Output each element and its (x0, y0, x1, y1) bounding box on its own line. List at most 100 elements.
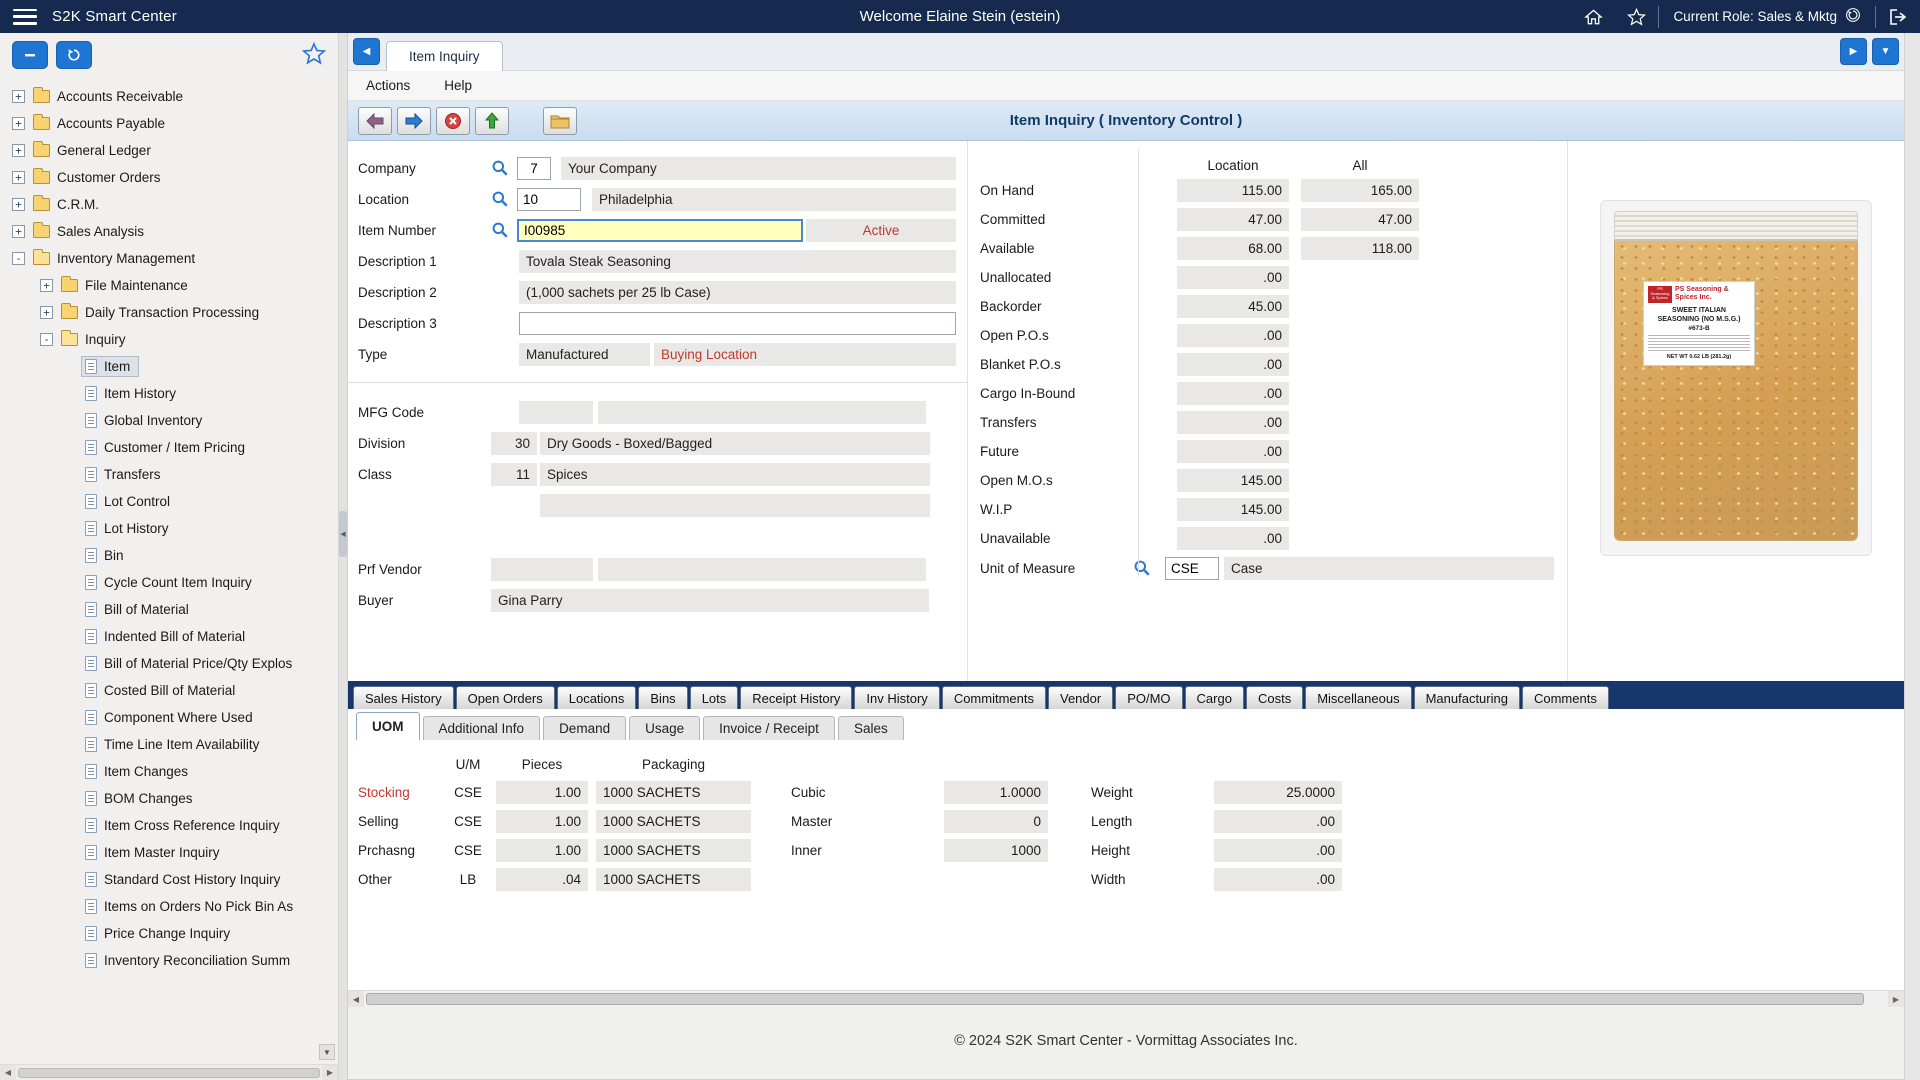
tree-item[interactable]: BOM Changes (0, 785, 338, 812)
location-search-icon[interactable] (491, 190, 509, 208)
tree-item[interactable]: Cycle Count Item Inquiry (0, 569, 338, 596)
tree-item[interactable]: Customer / Item Pricing (0, 434, 338, 461)
tree-item[interactable]: + C.R.M. (0, 191, 338, 218)
item-number-input[interactable] (517, 219, 803, 242)
tab-scroll-right-icon[interactable]: ▶ (1840, 38, 1867, 65)
scroll-left-icon[interactable]: ◀ (348, 991, 364, 1007)
sidebar-horizontal-scrollbar[interactable]: ◀ ▶ (0, 1064, 338, 1080)
tab-list-dropdown-icon[interactable]: ▼ (1872, 38, 1899, 65)
company-code-input[interactable] (517, 157, 551, 180)
tree-expander-icon[interactable] (64, 765, 77, 778)
sub-tab[interactable]: Usage (629, 716, 700, 740)
sub-tab[interactable]: Sales (838, 716, 904, 740)
main-horizontal-scrollbar[interactable]: ◀ ▶ (348, 990, 1904, 1007)
tree-item[interactable]: Global Inventory (0, 407, 338, 434)
uom-search-icon[interactable] (1133, 559, 1151, 577)
tree-expander-icon[interactable] (64, 549, 77, 562)
tab-item-inquiry[interactable]: Item Inquiry (386, 41, 503, 71)
detail-tab[interactable]: Inv History (854, 686, 939, 709)
tree-expander-icon[interactable]: + (12, 144, 25, 157)
tree-item[interactable]: Item Changes (0, 758, 338, 785)
tree-item[interactable]: Bin (0, 542, 338, 569)
tree-expander-icon[interactable] (64, 792, 77, 805)
tree-item[interactable]: - Inventory Management (0, 245, 338, 272)
tree-expander-icon[interactable] (64, 846, 77, 859)
tree-expander-icon[interactable]: - (12, 252, 25, 265)
sub-tab[interactable]: Invoice / Receipt (703, 716, 835, 740)
tree-item[interactable]: + Sales Analysis (0, 218, 338, 245)
scroll-right-icon[interactable]: ▶ (322, 1065, 338, 1080)
tree-expander-icon[interactable]: + (40, 306, 53, 319)
detail-tab[interactable]: Receipt History (740, 686, 852, 709)
current-role[interactable]: Current Role: Sales & Mktg (1659, 0, 1875, 33)
tree-expander-icon[interactable]: + (12, 198, 25, 211)
tree-item[interactable]: Transfers (0, 461, 338, 488)
scroll-left-icon[interactable]: ◀ (0, 1065, 16, 1080)
tree-expander-icon[interactable] (64, 387, 77, 400)
back-button[interactable] (358, 107, 392, 135)
tree-expander-icon[interactable] (64, 873, 77, 886)
tree-expander-icon[interactable] (64, 495, 77, 508)
tree-expander-icon[interactable]: - (40, 333, 53, 346)
location-code-input[interactable] (517, 188, 581, 211)
tree-item[interactable]: + File Maintenance (0, 272, 338, 299)
tree-expander-icon[interactable] (64, 819, 77, 832)
refresh-button[interactable] (56, 41, 92, 69)
browse-folder-button[interactable] (543, 107, 577, 135)
tree-expander-icon[interactable] (64, 954, 77, 967)
tree-item[interactable]: + Customer Orders (0, 164, 338, 191)
tree-expander-icon[interactable]: + (12, 225, 25, 238)
tree-expander-icon[interactable] (64, 414, 77, 427)
tree-expander-icon[interactable] (64, 738, 77, 751)
detail-tab[interactable]: Bins (638, 686, 687, 709)
detail-tab[interactable]: Comments (1522, 686, 1609, 709)
forward-button[interactable] (397, 107, 431, 135)
tree-scroll-down-icon[interactable]: ▼ (319, 1044, 335, 1060)
detail-tab[interactable]: Manufacturing (1414, 686, 1520, 709)
tree-item[interactable]: + Accounts Receivable (0, 83, 338, 110)
tree-expander-icon[interactable] (64, 657, 77, 670)
tree-item[interactable]: Inventory Reconciliation Summ (0, 947, 338, 974)
scroll-right-icon[interactable]: ▶ (1888, 991, 1904, 1007)
item-search-icon[interactable] (491, 221, 509, 239)
tree-item[interactable]: Costed Bill of Material (0, 677, 338, 704)
detail-tab[interactable]: Cargo (1185, 686, 1244, 709)
tree-item[interactable]: Items on Orders No Pick Bin As (0, 893, 338, 920)
tree-item[interactable]: Lot History (0, 515, 338, 542)
detail-tab[interactable]: Commitments (942, 686, 1046, 709)
tree-item[interactable]: - Inquiry (0, 326, 338, 353)
logout-icon[interactable] (1876, 0, 1920, 33)
tree-item[interactable]: Item (0, 353, 338, 380)
description3-input[interactable] (519, 312, 956, 335)
detail-tab[interactable]: Miscellaneous (1305, 686, 1411, 709)
tree-expander-icon[interactable]: + (12, 171, 25, 184)
tree-expander-icon[interactable]: + (40, 279, 53, 292)
favorite-star-icon[interactable] (1615, 0, 1658, 33)
tree-expander-icon[interactable] (64, 630, 77, 643)
submit-button[interactable] (475, 107, 509, 135)
tree-expander-icon[interactable]: + (12, 117, 25, 130)
sub-tab[interactable]: Demand (543, 716, 626, 740)
cancel-button[interactable] (436, 107, 470, 135)
detail-tab[interactable]: Costs (1246, 686, 1303, 709)
tree-expander-icon[interactable] (64, 468, 77, 481)
detail-tab[interactable]: Locations (557, 686, 637, 709)
collapse-all-button[interactable] (12, 41, 48, 69)
tree-item[interactable]: + Accounts Payable (0, 110, 338, 137)
tab-scroll-left-icon[interactable]: ◀ (353, 38, 380, 65)
detail-tab[interactable]: Vendor (1048, 686, 1113, 709)
tree-expander-icon[interactable] (64, 603, 77, 616)
sub-tab[interactable]: UOM (356, 712, 420, 740)
tree-item[interactable]: Indented Bill of Material (0, 623, 338, 650)
tree-expander-icon[interactable] (64, 576, 77, 589)
splitter-grip[interactable]: ◀ (339, 511, 347, 557)
tree-expander-icon[interactable]: + (12, 90, 25, 103)
tree-expander-icon[interactable] (64, 441, 77, 454)
tree-item[interactable]: Standard Cost History Inquiry (0, 866, 338, 893)
tree-expander-icon[interactable] (64, 900, 77, 913)
menu-icon[interactable] (12, 7, 38, 27)
tree-item[interactable]: + General Ledger (0, 137, 338, 164)
scrollbar-thumb[interactable] (366, 993, 1864, 1005)
menu-actions[interactable]: Actions (366, 78, 410, 93)
tree-item[interactable]: Price Change Inquiry (0, 920, 338, 947)
